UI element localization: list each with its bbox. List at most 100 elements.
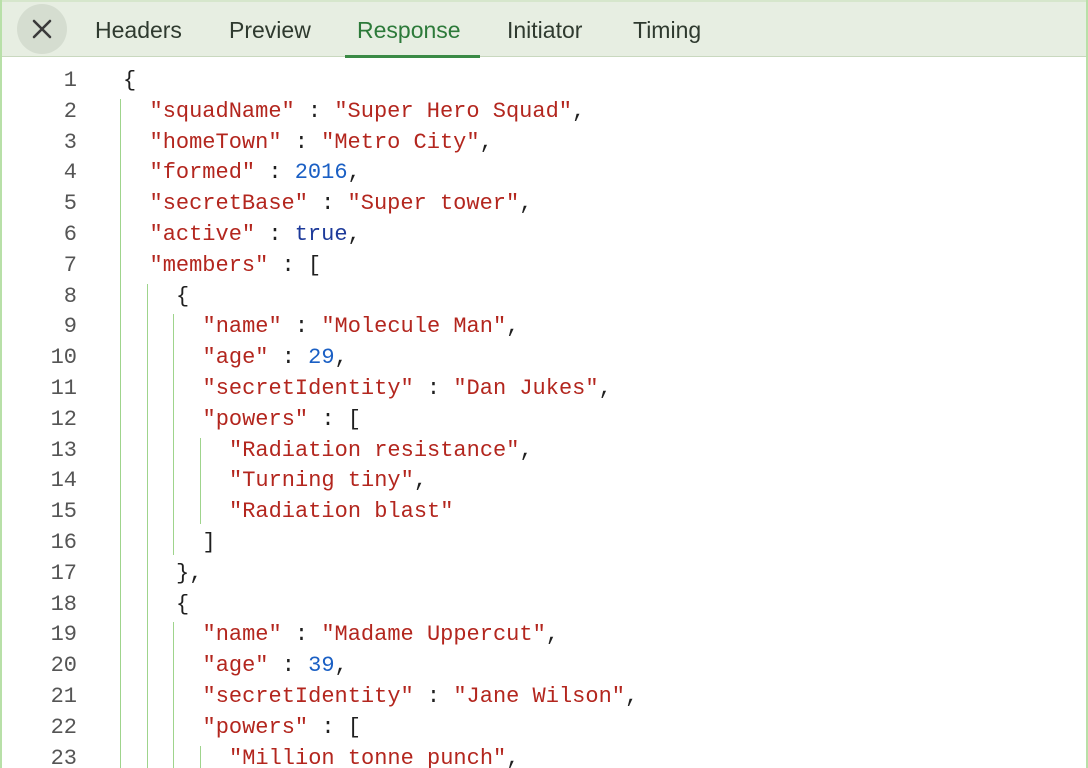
number-token: 29 bbox=[308, 345, 335, 371]
punctuation-token: : bbox=[268, 345, 309, 371]
line-number: 15 bbox=[50, 499, 77, 525]
punctuation-token: , bbox=[347, 160, 361, 186]
line-number: 2 bbox=[63, 98, 77, 124]
tab-initiator[interactable]: Initiator bbox=[507, 0, 582, 57]
code-text: "formed" : 2016, bbox=[150, 157, 361, 188]
punctuation-token: { bbox=[123, 68, 137, 93]
tab-response[interactable]: Response bbox=[345, 0, 480, 58]
string-token: "Million tonne punch" bbox=[229, 745, 507, 768]
close-button[interactable] bbox=[17, 4, 67, 54]
string-token: "Super tower" bbox=[347, 191, 520, 217]
code-line: 14 "Turning tiny", bbox=[2, 465, 1086, 496]
code-text: "powers" : [ bbox=[203, 712, 361, 743]
punctuation-token: , bbox=[334, 653, 348, 679]
code-line: 1{ bbox=[2, 65, 1086, 96]
punctuation-token: , bbox=[519, 191, 533, 217]
line-number: 13 bbox=[50, 437, 77, 463]
code-line: 21 "secretIdentity" : "Jane Wilson", bbox=[2, 681, 1086, 712]
code-line: 13 "Radiation resistance", bbox=[2, 435, 1086, 466]
code-line: 11 "secretIdentity" : "Dan Jukes", bbox=[2, 373, 1086, 404]
code-text: "powers" : [ bbox=[203, 404, 361, 435]
punctuation-token: , bbox=[571, 98, 586, 124]
code-text: "Turning tiny", bbox=[229, 465, 427, 496]
response-code-viewer[interactable]: 1{2 "squadName" : "Super Hero Squad", 3 "ho… bbox=[2, 57, 1086, 768]
line-number: 4 bbox=[63, 160, 77, 186]
punctuation-token: , bbox=[624, 684, 639, 709]
code-text: "age" : 29, bbox=[203, 342, 348, 373]
code-text: "name" : "Madame Uppercut", bbox=[203, 619, 559, 650]
tab-headers[interactable]: Headers bbox=[95, 0, 182, 57]
punctuation-token: : bbox=[413, 684, 454, 709]
string-token: "secretIdentity" bbox=[202, 376, 414, 401]
code-line: 4 "formed" : 2016, bbox=[2, 157, 1086, 188]
punctuation-token: { bbox=[176, 591, 190, 617]
keyword-token: true bbox=[294, 222, 348, 247]
code-text: "age" : 39, bbox=[203, 650, 348, 681]
code-line: 15 "Radiation blast" bbox=[2, 496, 1086, 527]
string-token: "homeTown" bbox=[149, 129, 282, 155]
code-line: 2 "squadName" : "Super Hero Squad", bbox=[2, 96, 1086, 127]
code-text: }, bbox=[176, 558, 202, 589]
code-line: 20 "age" : 39, bbox=[2, 650, 1086, 681]
string-token: "active" bbox=[149, 222, 256, 247]
line-number: 17 bbox=[50, 560, 77, 586]
tab-timing[interactable]: Timing bbox=[633, 0, 701, 57]
code-text: "secretIdentity" : "Dan Jukes", bbox=[203, 373, 612, 404]
tab-preview[interactable]: Preview bbox=[229, 0, 311, 57]
line-number: 16 bbox=[50, 530, 77, 555]
punctuation-token: : bbox=[268, 653, 309, 679]
line-number: 9 bbox=[63, 314, 77, 340]
line-number: 23 bbox=[50, 745, 77, 768]
indent-guide bbox=[146, 283, 148, 768]
punctuation-token: ] bbox=[202, 530, 216, 555]
code-line: 18 { bbox=[2, 589, 1086, 620]
detail-tab-bar: Headers Preview Response Initiator Timin… bbox=[2, 0, 1086, 58]
string-token: "secretBase" bbox=[149, 191, 308, 217]
line-number: 20 bbox=[50, 653, 77, 679]
punctuation-token: , bbox=[506, 745, 520, 768]
string-token: "Molecule Man" bbox=[321, 314, 507, 340]
indent-guide bbox=[199, 437, 201, 524]
string-token: "Madame Uppercut" bbox=[321, 622, 546, 648]
code-text: "secretBase" : "Super tower", bbox=[150, 188, 533, 219]
punctuation-token: , bbox=[519, 437, 533, 463]
code-line: 16] bbox=[2, 527, 1086, 558]
string-token: "Metro City" bbox=[321, 129, 480, 155]
punctuation-token: }, bbox=[176, 560, 203, 586]
string-token: "members" bbox=[149, 252, 269, 278]
code-text: ] bbox=[203, 527, 216, 558]
code-text: { bbox=[176, 589, 189, 620]
string-token: "squadName" bbox=[149, 98, 295, 124]
code-line: 12 "powers" : [ bbox=[2, 404, 1086, 435]
punctuation-token: , bbox=[413, 468, 428, 494]
indent-guide bbox=[173, 314, 174, 555]
code-line: 10 "age" : 29, bbox=[2, 342, 1086, 373]
code-line: 3 "homeTown" : "Metro City", bbox=[2, 127, 1086, 158]
string-token: "name" bbox=[202, 314, 282, 340]
code-text: "Million tonne punch", bbox=[229, 743, 519, 768]
code-line: 5 "secretBase" : "Super tower", bbox=[2, 188, 1086, 219]
string-token: "Dan Jukes" bbox=[453, 376, 599, 401]
punctuation-token: , bbox=[347, 222, 361, 247]
line-number: 22 bbox=[50, 714, 77, 740]
code-text: "Radiation resistance", bbox=[229, 435, 533, 466]
line-number: 11 bbox=[50, 376, 77, 401]
indent-guide bbox=[173, 622, 174, 768]
close-icon bbox=[31, 18, 53, 40]
punctuation-token: : bbox=[281, 314, 322, 340]
line-number: 1 bbox=[63, 68, 77, 93]
line-number: 7 bbox=[63, 252, 77, 278]
line-number: 12 bbox=[50, 406, 77, 432]
string-token: "Jane Wilson" bbox=[453, 684, 625, 709]
line-number: 21 bbox=[50, 684, 77, 709]
punctuation-token: { bbox=[176, 283, 190, 309]
string-token: "name" bbox=[202, 622, 282, 648]
code-text: "squadName" : "Super Hero Squad", bbox=[150, 96, 586, 127]
string-token: "secretIdentity" bbox=[202, 684, 414, 709]
line-number: 3 bbox=[63, 129, 77, 155]
number-token: 2016 bbox=[294, 160, 348, 186]
punctuation-token: : [ bbox=[268, 252, 322, 278]
punctuation-token: : [ bbox=[308, 406, 361, 432]
code-line: 8{ bbox=[2, 281, 1086, 312]
code-text: { bbox=[176, 281, 189, 312]
